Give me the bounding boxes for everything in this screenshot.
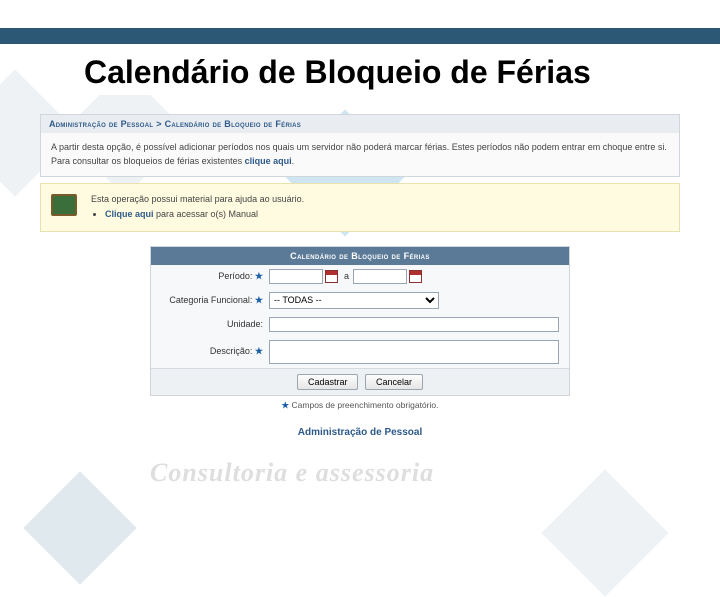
row-descricao: Descrição: ★ (151, 336, 569, 368)
help-line1: Esta operação possui material para ajuda… (91, 192, 669, 207)
label-a: a (344, 271, 349, 281)
input-data-fim[interactable] (353, 269, 407, 284)
input-data-inicio[interactable] (269, 269, 323, 284)
label-periodo-text: Período: (218, 271, 252, 281)
required-star-icon: ★ (255, 346, 263, 356)
row-unidade: Unidade: (151, 313, 569, 336)
button-row: Cadastrar Cancelar (151, 368, 569, 395)
form-header: Calendário de Bloqueio de Férias (151, 247, 569, 265)
intro-text: A partir desta opção, é possível adicion… (40, 133, 680, 177)
required-star-icon: ★ (255, 271, 263, 281)
intro-text-after: . (292, 156, 295, 166)
calendar-icon[interactable] (325, 270, 338, 283)
cadastrar-button[interactable]: Cadastrar (297, 374, 359, 390)
breadcrumb-current: Calendário de Bloqueio de Férias (165, 119, 301, 129)
intro-link[interactable]: clique aqui (245, 156, 292, 166)
label-categoria: Categoria Funcional: ★ (159, 295, 269, 306)
label-descricao-text: Descrição: (210, 346, 253, 356)
intro-text-before: A partir desta opção, é possível adicion… (51, 142, 667, 166)
select-categoria[interactable]: -- TODAS -- (269, 292, 439, 309)
page-title-wrap: Calendário de Bloqueio de Férias (60, 50, 660, 95)
calendar-icon[interactable] (409, 270, 422, 283)
label-unidade: Unidade: (159, 319, 269, 329)
chalkboard-icon (51, 194, 77, 216)
row-periodo: Período: ★ a (151, 265, 569, 288)
row-categoria: Categoria Funcional: ★ -- TODAS -- (151, 288, 569, 313)
breadcrumb-root[interactable]: Administração de Pessoal (49, 119, 153, 129)
required-star-icon: ★ (282, 400, 290, 410)
required-note: ★ Campos de preenchimento obrigatório. (40, 400, 680, 411)
input-unidade[interactable] (269, 317, 559, 332)
cancelar-button[interactable]: Cancelar (365, 374, 423, 390)
form-panel: Calendário de Bloqueio de Férias Período… (150, 246, 570, 396)
decorative-shape (23, 471, 136, 584)
page-title: Calendário de Bloqueio de Férias (84, 54, 636, 91)
footer-link[interactable]: Administração de Pessoal (40, 427, 680, 438)
help-manual-link[interactable]: Clique aqui (105, 209, 154, 219)
label-periodo: Período: ★ (159, 271, 269, 282)
label-categoria-text: Categoria Funcional: (169, 295, 252, 305)
breadcrumb: Administração de Pessoal > Calendário de… (40, 114, 680, 133)
textarea-descricao[interactable] (269, 340, 559, 364)
help-box: Esta operação possui material para ajuda… (40, 183, 680, 232)
title-bar (0, 28, 720, 44)
required-note-text: Campos de preenchimento obrigatório. (292, 400, 439, 410)
help-manual-suffix: para acessar o(s) Manual (154, 209, 259, 219)
label-descricao: Descrição: ★ (159, 346, 269, 357)
required-star-icon: ★ (255, 295, 263, 305)
watermark-text: Consultoria e assessoria (150, 458, 434, 488)
breadcrumb-sep: > (156, 119, 162, 129)
decorative-shape (541, 469, 668, 596)
